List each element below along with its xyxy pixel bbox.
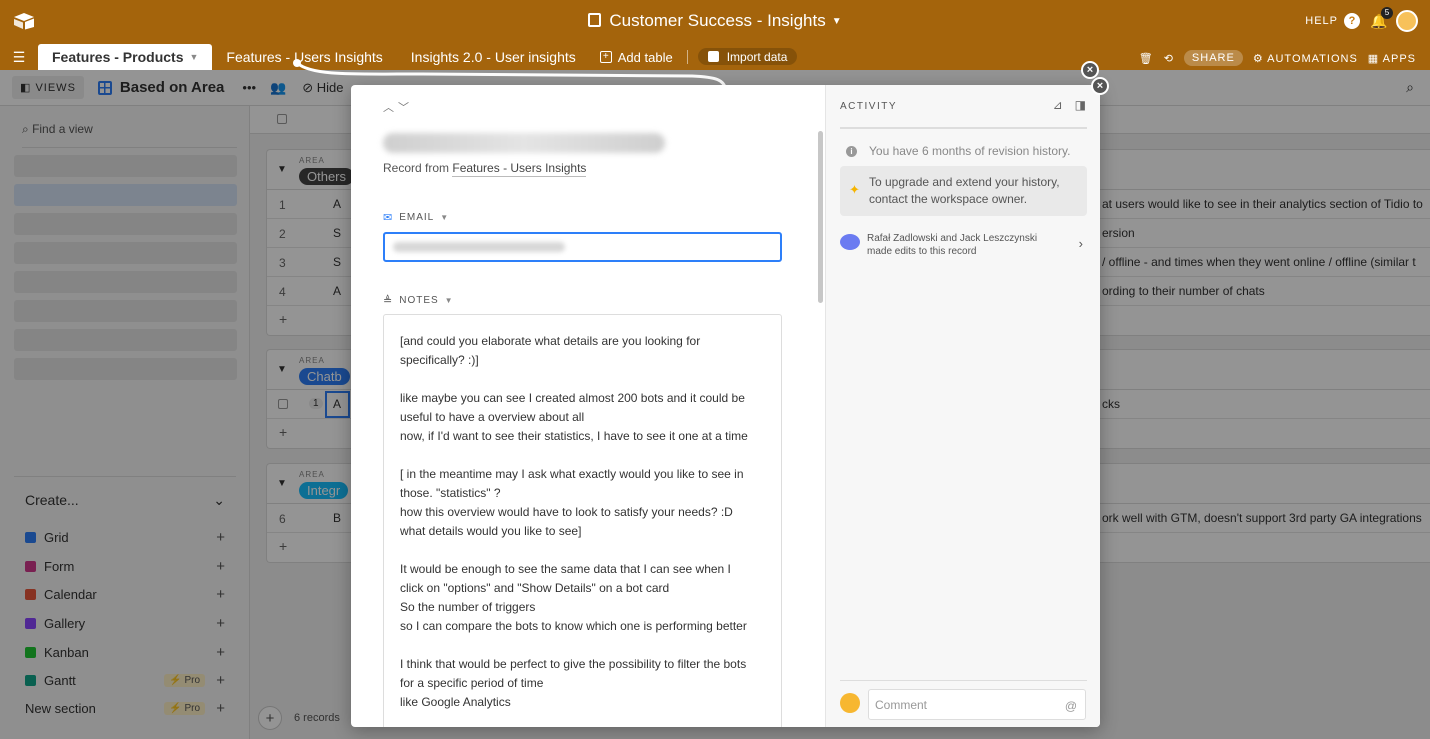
- activity-panel: ACTIVITY ⊿ ◨ i You have 6 months of revisi…: [825, 85, 1100, 727]
- scrollbar[interactable]: [818, 131, 823, 303]
- user-avatar[interactable]: [1396, 10, 1418, 32]
- help-button[interactable]: HELP?: [1305, 13, 1360, 29]
- record-source: Record from Features - Users Insights: [383, 161, 587, 177]
- share-button[interactable]: SHARE: [1183, 50, 1243, 66]
- chevron-down-icon[interactable]: ▼: [440, 213, 449, 222]
- revision-history-note: i You have 6 months of revision history.: [846, 144, 1070, 158]
- divider: [840, 127, 1087, 129]
- base-title[interactable]: Customer Success - Insights ▼: [0, 11, 1430, 31]
- hamburger-menu-icon[interactable]: ☰: [0, 44, 38, 70]
- notes-field-label[interactable]: ≜ NOTES ▼: [383, 294, 454, 307]
- tab-features-products[interactable]: Features - Products ▼: [38, 44, 213, 70]
- apps-icon: ▦: [1367, 52, 1383, 65]
- help-icon: ?: [1344, 13, 1360, 29]
- email-field[interactable]: [383, 232, 782, 262]
- apps-button[interactable]: ▦ APPS: [1368, 52, 1416, 65]
- sparkle-icon: ✦: [849, 182, 860, 197]
- chevron-up-icon[interactable]: ︿: [383, 102, 398, 114]
- notification-badge: 5: [1381, 7, 1393, 19]
- base-icon: [588, 13, 602, 27]
- comment-avatar: [840, 693, 860, 713]
- close-icon[interactable]: ×: [1081, 61, 1099, 79]
- record-title-redacted: [383, 133, 665, 153]
- automations-icon: ⚙: [1252, 52, 1268, 65]
- chevron-down-icon: ▼: [831, 16, 842, 27]
- info-icon: i: [846, 145, 857, 157]
- source-table-link[interactable]: Features - Users Insights: [452, 161, 587, 177]
- trash-icon[interactable]: 🗑: [1139, 52, 1154, 65]
- notifications-button[interactable]: 🔔 5: [1370, 7, 1393, 29]
- divider: [840, 680, 1087, 681]
- chevron-down-icon[interactable]: ▼: [189, 52, 198, 62]
- chevron-right-icon: ›: [1078, 236, 1083, 251]
- close-modal-button[interactable]: ×: [1091, 77, 1109, 95]
- history-icon[interactable]: ⟲: [1164, 52, 1174, 65]
- email-value-redacted: [393, 242, 565, 252]
- record-nav-arrows: ︿﹀: [383, 99, 413, 115]
- envelope-icon: ✉: [383, 212, 394, 224]
- chevron-down-icon[interactable]: ﹀: [398, 102, 413, 114]
- collapse-panel-icon[interactable]: ◨: [1075, 98, 1086, 112]
- collaborators-avatar: [840, 234, 860, 250]
- notes-field[interactable]: [and could you elaborate what details ar…: [383, 314, 782, 727]
- tables-bar-right: 🗑 ⟲ SHARE ⚙ AUTOMATIONS ▦ APPS: [1139, 50, 1416, 66]
- automations-button[interactable]: ⚙ AUTOMATIONS: [1253, 52, 1358, 65]
- activity-title: ACTIVITY: [840, 101, 898, 112]
- top-right-controls: HELP? 🔔 5: [1305, 7, 1418, 32]
- comment-input[interactable]: Comment @: [868, 689, 1086, 720]
- edit-activity-item[interactable]: Rafał Zadlowski and Jack Leszczynski made…: [840, 232, 1087, 258]
- upgrade-notice: ✦ To upgrade and extend your history, cont…: [840, 166, 1087, 216]
- mention-icon[interactable]: @: [1065, 699, 1077, 713]
- expanded-record-modal: ︿﹀ Record from Features - Users Insights…: [351, 85, 1100, 727]
- long-text-icon: ≜: [383, 295, 394, 307]
- record-fields-panel: ︿﹀ Record from Features - Users Insights…: [351, 85, 825, 727]
- chevron-down-icon[interactable]: ▼: [445, 296, 454, 305]
- activity-icons: ⊿ ◨: [1053, 98, 1086, 112]
- email-field-label[interactable]: ✉ EMAIL ▼: [383, 211, 449, 224]
- rss-feed-icon[interactable]: ⊿: [1053, 98, 1063, 112]
